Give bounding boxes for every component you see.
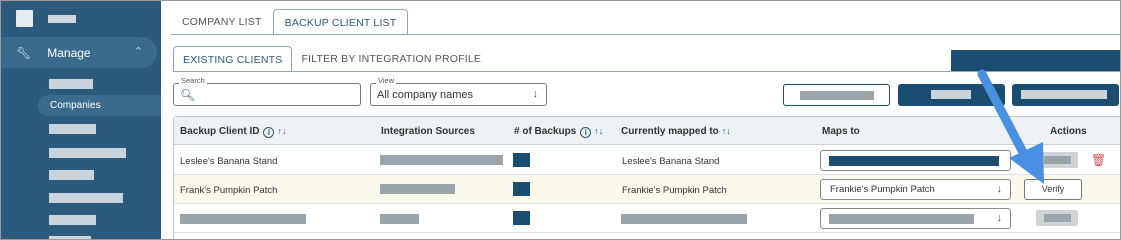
redacted-banner — [951, 50, 1121, 71]
app-logo[interactable] — [16, 10, 33, 27]
redacted-backup-count — [513, 211, 530, 225]
maps-to-value: Frankie's Pumpkin Patch — [830, 184, 935, 195]
column-header-num-backups[interactable]: # of Backups i ↑↓ — [514, 126, 603, 138]
redacted-backup-count — [513, 182, 530, 196]
sidebar-item-redacted[interactable] — [49, 215, 96, 225]
info-icon[interactable]: i — [263, 127, 275, 138]
search-input[interactable]: Search 🔍︎ — [173, 76, 361, 106]
subtabs-divider — [173, 71, 1121, 72]
redacted-label — [1044, 156, 1071, 164]
sidebar-item-label: Companies — [50, 100, 101, 111]
tab-company-list[interactable]: COMPANY LIST — [171, 9, 273, 35]
redacted-outline-button[interactable] — [783, 84, 890, 106]
chevron-up-icon[interactable]: ⌃ — [134, 45, 143, 58]
sort-icon[interactable]: ↑↓ — [594, 126, 603, 136]
sidebar-item-redacted[interactable] — [49, 170, 94, 180]
column-header-currently-mapped-to[interactable]: Currently mapped to ↑↓ — [621, 126, 731, 137]
column-header-maps-to: Maps to — [822, 126, 860, 137]
view-select[interactable]: View All company names ↓ — [370, 76, 547, 106]
sidebar: 🔧︎ Manage ⌃ Companies — [0, 0, 161, 240]
column-header-label: Backup Client ID — [180, 126, 260, 137]
redacted-action-button[interactable] — [1036, 152, 1078, 168]
info-icon[interactable]: i — [580, 127, 592, 138]
top-tabs: COMPANY LIST BACKUP CLIENT LIST — [171, 9, 409, 35]
search-icon: 🔍︎ — [180, 88, 196, 102]
table-row: ↓ — [174, 204, 1121, 233]
maps-to-select[interactable]: Frankie's Pumpkin Patch ↓ — [820, 179, 1011, 200]
sidebar-item-redacted[interactable] — [49, 124, 96, 134]
redacted-label — [800, 91, 874, 100]
cell-currently-mapped-to: Leslee's Banana Stand — [622, 156, 720, 167]
sidebar-item-redacted[interactable] — [49, 79, 93, 89]
tab-existing-clients[interactable]: EXISTING CLIENTS — [173, 46, 293, 72]
redacted-label — [931, 90, 971, 99]
verify-button[interactable]: Verify — [1024, 179, 1082, 200]
redacted-currently-mapped-to — [621, 214, 747, 224]
redacted-maps-to-value — [829, 156, 999, 166]
sidebar-item-label: Manage — [47, 45, 91, 60]
redacted-backup-client-id — [180, 214, 306, 224]
arrow-down-icon: ↓ — [532, 88, 539, 100]
backup-client-table: Backup Client ID i ↑↓ Integration Sources … — [173, 116, 1121, 240]
redacted-primary-button[interactable] — [898, 84, 1005, 106]
redacted-integration-sources — [380, 155, 503, 165]
sidebar-item-manage[interactable]: 🔧︎ Manage ⌃ — [0, 37, 157, 68]
sidebar-item-companies[interactable]: Companies — [38, 95, 161, 116]
column-header-label: Currently mapped to — [621, 126, 719, 137]
redacted-label — [1044, 214, 1071, 222]
sort-icon[interactable]: ↑↓ — [277, 126, 286, 136]
arrow-down-icon: ↓ — [996, 212, 1003, 224]
redacted-action-button[interactable] — [1036, 210, 1078, 226]
redacted-app-name — [48, 14, 76, 23]
sidebar-item-redacted[interactable] — [49, 236, 91, 240]
view-label: View — [376, 76, 397, 85]
main-content: COMPANY LIST BACKUP CLIENT LIST EXISTING… — [161, 0, 1121, 240]
arrow-down-icon: ↓ — [996, 183, 1003, 195]
redacted-backup-count — [513, 153, 530, 167]
maps-to-select[interactable] — [820, 150, 1011, 171]
redacted-integration-sources — [380, 214, 419, 224]
sidebar-item-redacted[interactable] — [49, 193, 123, 203]
sidebar-item-redacted[interactable] — [49, 148, 126, 158]
cell-backup-client-id: Frank's Pumpkin Patch — [180, 185, 278, 196]
column-header-label: Maps to — [822, 126, 860, 137]
column-header-actions: Actions — [1050, 126, 1087, 137]
view-select-value: All company names — [377, 89, 473, 101]
redacted-primary-button[interactable] — [1012, 84, 1119, 106]
maps-to-select[interactable]: ↓ — [820, 208, 1011, 229]
tabs-divider — [171, 34, 1121, 35]
table-row: Leslee's Banana Stand Leslee's Banana St… — [174, 146, 1121, 175]
table-header: Backup Client ID i ↑↓ Integration Sources … — [174, 117, 1121, 145]
cell-currently-mapped-to: Frankie's Pumpkin Patch — [622, 185, 727, 196]
trash-icon[interactable]: 🗑︎ — [1091, 153, 1106, 167]
sort-icon[interactable]: ↑↓ — [722, 126, 731, 136]
redacted-integration-sources — [380, 184, 455, 194]
column-header-backup-client-id[interactable]: Backup Client ID i ↑↓ — [180, 126, 286, 138]
redacted-label — [1021, 90, 1107, 99]
tab-filter-by-integration-profile[interactable]: FILTER BY INTEGRATION PROFILE — [292, 46, 490, 72]
column-header-label: Integration Sources — [381, 126, 475, 137]
column-header-label: Actions — [1050, 126, 1087, 137]
column-header-label: # of Backups — [514, 126, 577, 137]
table-row: Frank's Pumpkin Patch Frankie's Pumpkin … — [174, 175, 1121, 204]
wrench-icon: 🔧︎ — [16, 45, 32, 60]
sidebar-header — [16, 10, 76, 27]
column-header-integration-sources: Integration Sources — [381, 126, 475, 137]
search-label: Search — [179, 76, 207, 85]
redacted-maps-to-value — [829, 214, 974, 224]
sub-tabs: EXISTING CLIENTS FILTER BY INTEGRATION P… — [173, 46, 490, 72]
cell-backup-client-id: Leslee's Banana Stand — [180, 156, 278, 167]
tab-backup-client-list[interactable]: BACKUP CLIENT LIST — [272, 9, 409, 35]
